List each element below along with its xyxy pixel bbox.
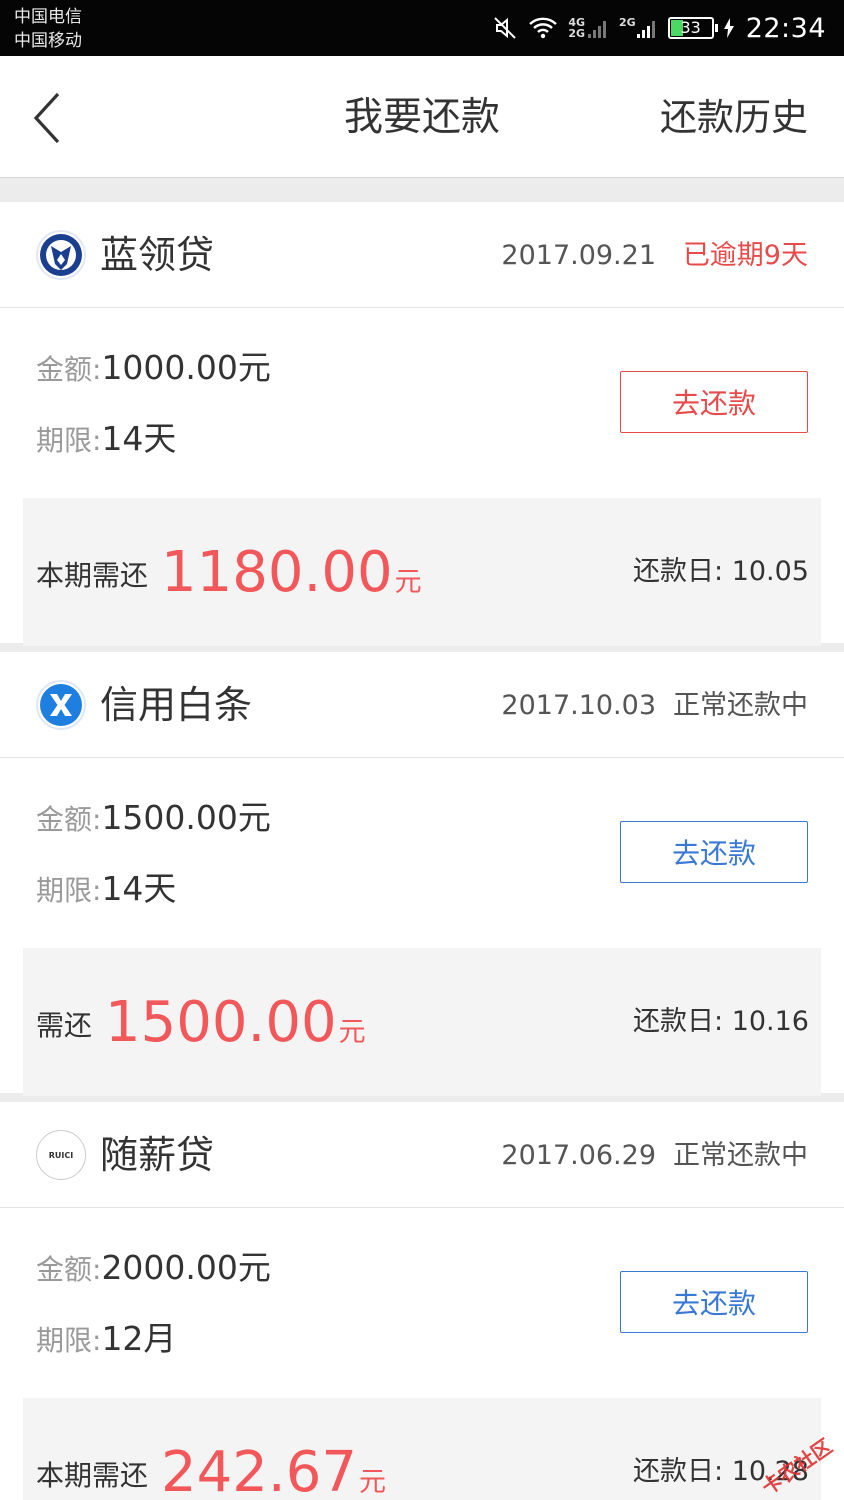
nav-bar: 我要还款 还款历史: [0, 56, 844, 178]
repay-button[interactable]: 去还款: [620, 371, 808, 433]
loan-date: 2017.09.21: [501, 240, 656, 271]
loan-amount-label: 金额:: [36, 353, 102, 386]
carrier-names: 中国电信 中国移动: [14, 5, 82, 53]
signal-1-icon: 4G 2G: [568, 17, 609, 39]
due-amount-unit: 元: [358, 1467, 386, 1498]
loan-status-badge: 已逾期9天: [682, 240, 808, 271]
due-summary: 需还 1500.00元 还款日: 10.16: [23, 948, 821, 1096]
network-type-1b: 2G: [568, 27, 585, 40]
repay-button[interactable]: 去还款: [620, 1271, 808, 1333]
repay-button[interactable]: 去还款: [620, 821, 808, 883]
due-amount-value: 1180.00: [161, 540, 393, 605]
loan-amount-label: 金额:: [36, 803, 102, 836]
loan-card: 蓝领贷 2017.09.21 已逾期9天 金额:1000.00元 期限:14天 …: [0, 202, 844, 646]
loan-amount-label: 金额:: [36, 1253, 102, 1286]
carrier-1: 中国电信: [14, 7, 82, 27]
due-label: 本期需还: [36, 559, 149, 592]
due-amount: 1500.00元: [105, 990, 366, 1066]
due-amount-value: 1500.00: [105, 990, 337, 1055]
clock: 22:34: [745, 12, 826, 44]
loan-term-value: 14天: [101, 869, 177, 908]
loan-card-header: 蓝领贷 2017.09.21 已逾期9天: [0, 202, 844, 308]
loan-product-name: 蓝领贷: [100, 233, 215, 277]
lanlingdai-logo-icon: [36, 230, 86, 280]
due-date: 还款日: 10.16: [633, 1006, 809, 1037]
charging-icon: [723, 18, 734, 38]
due-amount-unit: 元: [338, 1017, 366, 1048]
battery-percent: 33: [680, 18, 701, 37]
suixindai-logo-icon: RUICI: [36, 1130, 86, 1180]
repayment-history-link[interactable]: 还款历史: [660, 94, 808, 142]
loan-date: 2017.06.29: [501, 1140, 656, 1171]
due-date: 还款日: 10.05: [633, 556, 809, 587]
loan-term-value: 12月: [101, 1319, 177, 1358]
carrier-2: 中国移动: [14, 31, 82, 51]
loan-term-label: 期限:: [36, 1324, 102, 1357]
network-type-2: 2G: [619, 16, 636, 29]
loan-amount: 金额:1500.00元: [36, 798, 271, 840]
status-bar: 中国电信 中国移动 4G 2G 2G 33 22:34: [0, 0, 844, 56]
loan-term: 期限:12月: [36, 1319, 176, 1361]
loan-card: 信用白条 2017.10.03 正常还款中 金额:1500.00元 期限:14天…: [0, 652, 844, 1096]
loan-term-value: 14天: [101, 419, 177, 458]
loan-amount-value: 1500.00元: [101, 798, 271, 837]
due-summary: 本期需还 242.67元 还款日: 10.28: [23, 1398, 821, 1500]
signal-2-icon: 2G: [619, 17, 658, 39]
loan-amount: 金额:2000.00元: [36, 1248, 271, 1290]
loan-card-header: RUICI 随薪贷 2017.06.29 正常还款中: [0, 1102, 844, 1208]
loan-amount: 金额:1000.00元: [36, 348, 271, 390]
loan-status-badge: 正常还款中: [673, 690, 808, 721]
wifi-icon: [528, 16, 558, 40]
due-summary: 本期需还 1180.00元 还款日: 10.05: [23, 498, 821, 646]
status-icons: 4G 2G 2G 33 22:34: [492, 10, 826, 46]
loan-card-header: 信用白条 2017.10.03 正常还款中: [0, 652, 844, 758]
loan-term-label: 期限:: [36, 424, 102, 457]
battery-icon: 33: [667, 17, 718, 39]
loan-amount-value: 1000.00元: [101, 348, 271, 387]
due-label: 需还: [36, 1009, 93, 1042]
due-amount: 242.67元: [161, 1440, 386, 1500]
loan-card-body: 金额:1000.00元 期限:14天 去还款: [0, 308, 844, 498]
loan-term: 期限:14天: [36, 419, 176, 461]
loan-status-badge: 正常还款中: [673, 1140, 808, 1171]
loan-term-label: 期限:: [36, 874, 102, 907]
loan-date: 2017.10.03: [501, 690, 656, 721]
due-amount: 1180.00元: [161, 540, 422, 616]
loan-card-body: 金额:1500.00元 期限:14天 去还款: [0, 758, 844, 948]
loan-term: 期限:14天: [36, 869, 176, 911]
xinyongbaitiao-logo-icon: [36, 680, 86, 730]
loan-amount-value: 2000.00元: [101, 1248, 271, 1287]
loan-card-body: 金额:2000.00元 期限:12月 去还款: [0, 1208, 844, 1398]
loan-product-name: 随薪贷: [100, 1133, 215, 1177]
due-amount-value: 242.67: [161, 1440, 357, 1500]
loan-card: RUICI 随薪贷 2017.06.29 正常还款中 金额:2000.00元 期…: [0, 1102, 844, 1500]
due-amount-unit: 元: [394, 567, 422, 598]
loan-product-name: 信用白条: [100, 683, 253, 727]
due-label: 本期需还: [36, 1459, 149, 1492]
mute-icon: [492, 15, 518, 41]
suixindai-logo-text: RUICI: [48, 1150, 74, 1160]
